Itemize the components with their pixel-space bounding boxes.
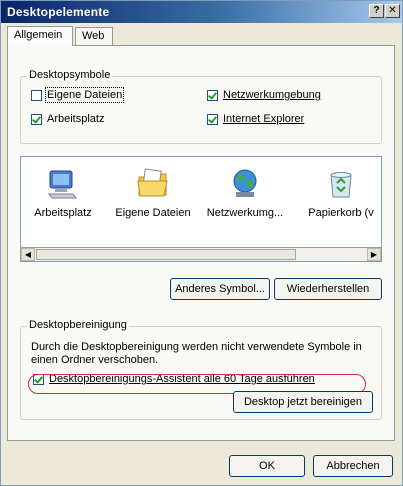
checkbox-box[interactable] (31, 113, 42, 125)
documents-folder-icon (137, 168, 168, 197)
cleanup-description: Durch die Desktopbereinigung werden nich… (31, 341, 362, 366)
checkbox-arbeitsplatz[interactable]: Arbeitsplatz (31, 113, 104, 125)
desktop-icons-group-title: Desktopsymbole (27, 69, 113, 81)
checkbox-box[interactable] (31, 89, 42, 101)
close-button[interactable]: ✕ (385, 4, 400, 18)
checkbox-label: Internet Explorer (223, 113, 305, 125)
scroll-right-button[interactable]: ▶ (367, 248, 381, 261)
computer-icon (48, 170, 77, 199)
desktop-icon-list[interactable]: Arbeitsplatz Eigene Dateien Netzwerkumg.… (20, 156, 382, 248)
ok-button[interactable]: OK (229, 455, 305, 477)
desktop-icons-group: Desktopsymbole Eigene Dateien Netzwerkum… (20, 69, 382, 144)
change-icon-button[interactable]: Anderes Symbol... (170, 278, 270, 300)
tab-web[interactable]: Web (75, 27, 113, 45)
horizontal-scrollbar[interactable]: ◀ ▶ (20, 248, 382, 262)
checkbox-label: Eigene Dateien (44, 87, 125, 103)
checkbox-internet-explorer[interactable]: Internet Explorer (207, 113, 304, 125)
icon-item-arbeitsplatz[interactable]: Arbeitsplatz (23, 167, 103, 219)
checkbox-eigene-dateien[interactable]: Eigene Dateien (31, 87, 125, 103)
scroll-left-button[interactable]: ◀ (21, 248, 35, 261)
checkbox-box[interactable] (207, 113, 218, 125)
title-bar[interactable]: Desktopelemente ? ✕ (1, 1, 402, 23)
cleanup-now-button[interactable]: Desktop jetzt bereinigen (233, 391, 373, 413)
checkbox-box[interactable] (207, 89, 218, 101)
checkbox-label: Netzwerkumgebung (223, 89, 321, 101)
icon-item-papierkorb[interactable]: Papierkorb (v (301, 167, 381, 219)
icon-item-eigene-dateien[interactable]: Eigene Dateien (113, 167, 193, 219)
checkbox-box[interactable] (33, 373, 44, 385)
icon-label: Arbeitsplatz (34, 207, 92, 219)
dialog-window: Desktopelemente ? ✕ Allgemein Web Deskto… (0, 0, 403, 486)
checkbox-cleanup-wizard[interactable]: Desktopbereinigungs-Assistent alle 60 Ta… (33, 373, 315, 385)
help-button[interactable]: ? (369, 4, 384, 18)
icon-label: Eigene Dateien (115, 207, 191, 219)
network-globe-icon (233, 169, 257, 197)
checkbox-netzwerkumgebung[interactable]: Netzwerkumgebung (207, 89, 321, 101)
icon-item-netzwerkumgebung[interactable]: Netzwerkumg... (205, 167, 285, 219)
recycle-bin-icon (330, 172, 352, 198)
icon-label: Papierkorb (v (308, 207, 374, 219)
tab-panel-allgemein: Desktopsymbole Eigene Dateien Netzwerkum… (7, 45, 395, 441)
restore-default-button[interactable]: Wiederherstellen (274, 278, 382, 300)
desktop-cleanup-group-title: Desktopbereinigung (27, 319, 129, 331)
window-title: Desktopelemente (7, 5, 110, 19)
tab-allgemein[interactable]: Allgemein (7, 26, 73, 46)
scroll-thumb[interactable] (36, 249, 296, 260)
cancel-button[interactable]: Abbrechen (313, 455, 393, 477)
checkbox-label: Arbeitsplatz (47, 113, 105, 125)
checkbox-label: Desktopbereinigungs-Assistent alle 60 Ta… (49, 373, 315, 385)
icon-label: Netzwerkumg... (206, 207, 284, 219)
